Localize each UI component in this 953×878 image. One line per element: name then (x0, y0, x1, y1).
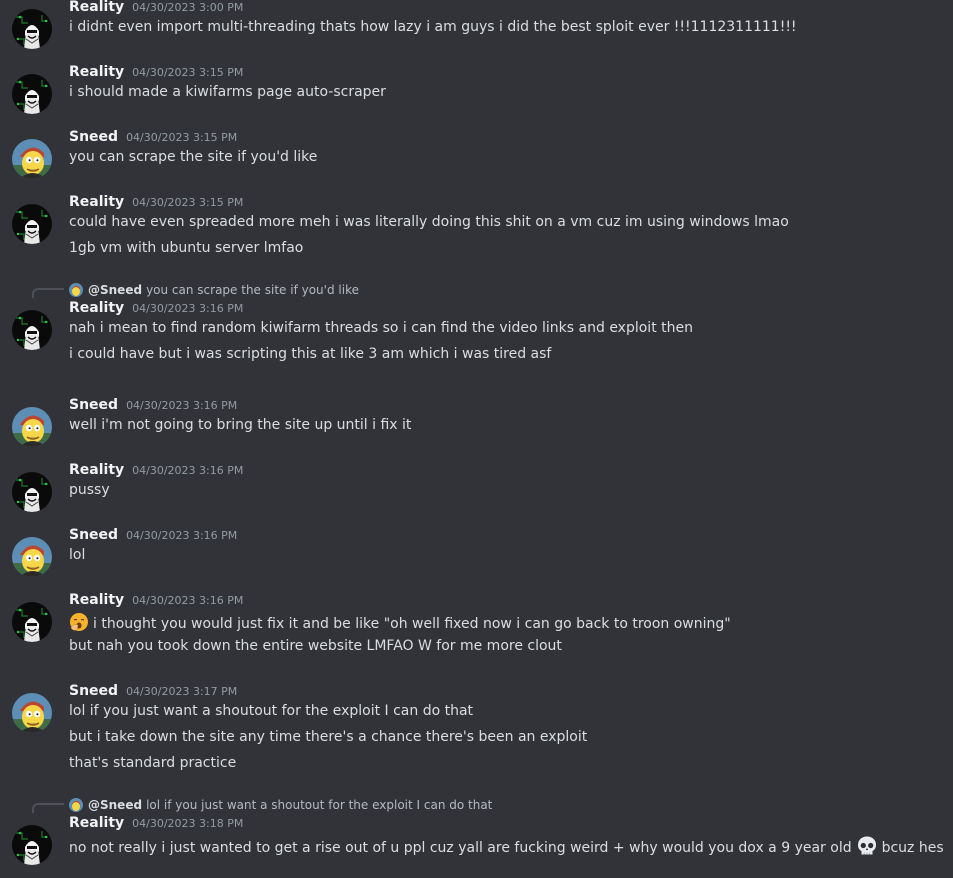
message-timestamp[interactable]: 04/30/2023 3:16 PM (126, 529, 237, 542)
author-name[interactable]: Sneed (69, 683, 118, 699)
message-text: could have even spreaded more meh i was … (69, 214, 789, 230)
reply-spine (32, 288, 64, 298)
message-line: lol if you just want a shoutout for the … (69, 703, 474, 719)
message-header: Reality 04/30/2023 3:16 PM (69, 300, 243, 316)
message-timestamp[interactable]: 04/30/2023 3:15 PM (126, 131, 237, 144)
message-timestamp[interactable]: 04/30/2023 3:18 PM (132, 817, 243, 830)
reply-text: lol if you just want a shoutout for the … (146, 798, 493, 812)
chat-message: @Sneed lol if you just want a shoutout fo… (0, 798, 953, 878)
author-name[interactable]: Reality (69, 194, 124, 210)
message-header: Reality 04/30/2023 3:16 PM (69, 462, 243, 478)
user-avatar[interactable] (12, 472, 52, 512)
message-line: could have even spreaded more meh i was … (69, 214, 789, 230)
message-text: lol (69, 547, 85, 563)
message-line: well i'm not going to bring the site up … (69, 417, 412, 433)
message-header: Sneed 04/30/2023 3:15 PM (69, 129, 237, 145)
message-line: nah i mean to find random kiwifarm threa… (69, 320, 693, 336)
user-avatar[interactable] (12, 602, 52, 642)
message-text: but nah you took down the entire website… (69, 638, 562, 654)
chat-message: Reality 04/30/2023 3:15 PM could have even… (0, 194, 953, 275)
message-timestamp[interactable]: 04/30/2023 3:17 PM (126, 685, 237, 698)
message-timestamp[interactable]: 04/30/2023 3:00 PM (132, 1, 243, 14)
author-name[interactable]: Reality (69, 0, 124, 15)
message-text: i thought you would just fix it and be l… (69, 612, 731, 636)
user-avatar[interactable] (12, 407, 52, 447)
message-text: pussy (69, 482, 110, 498)
chat-message-list: Reality 04/30/2023 3:00 PM i didnt even im… (0, 0, 953, 865)
message-line: i should made a kiwifarms page auto-scra… (69, 84, 386, 100)
message-line: but i take down the site any time there'… (69, 729, 588, 745)
message-header: Sneed 04/30/2023 3:17 PM (69, 683, 237, 699)
message-line: i didnt even import multi-threading that… (69, 19, 797, 35)
message-text: lol if you just want a shoutout for the … (69, 703, 473, 719)
chat-message: Reality 04/30/2023 3:16 PM i thought you … (0, 592, 953, 673)
reply-author[interactable]: @Sneed (88, 798, 142, 812)
message-timestamp[interactable]: 04/30/2023 3:16 PM (132, 464, 243, 477)
reply-avatar (69, 283, 83, 297)
user-avatar[interactable] (12, 537, 52, 577)
message-header: Reality 04/30/2023 3:18 PM (69, 815, 243, 831)
message-text: well i'm not going to bring the site up … (69, 417, 411, 433)
message-line: you can scrape the site if you'd like (69, 149, 318, 165)
user-avatar[interactable] (12, 310, 52, 350)
message-line: pussy (69, 482, 110, 498)
user-avatar[interactable] (12, 204, 52, 244)
message-text: i didnt even import multi-threading that… (69, 19, 797, 35)
message-text: but i take down the site any time there'… (69, 729, 587, 745)
reply-preview[interactable]: @Sneed you can scrape the site if you'd l… (69, 283, 359, 297)
user-avatar[interactable] (12, 825, 52, 865)
message-line: lol (69, 547, 86, 563)
message-header: Reality 04/30/2023 3:15 PM (69, 194, 243, 210)
message-text: i should made a kiwifarms page auto-scra… (69, 84, 386, 100)
message-text: you can scrape the site if you'd like (69, 149, 317, 165)
message-header: Reality 04/30/2023 3:15 PM (69, 64, 243, 80)
author-name[interactable]: Sneed (69, 397, 118, 413)
message-timestamp[interactable]: 04/30/2023 3:16 PM (132, 594, 243, 607)
chat-message: Sneed 04/30/2023 3:17 PM lol if you just w… (0, 683, 953, 771)
message-line: but nah you took down the entire website… (69, 638, 562, 654)
message-line: no not really i just wanted to get a ris… (69, 840, 852, 856)
author-name[interactable]: Reality (69, 462, 124, 478)
reply-text: you can scrape the site if you'd like (146, 283, 359, 297)
message-text: no not really i just wanted to get a ris… (69, 835, 944, 861)
user-avatar[interactable] (12, 74, 52, 114)
message-text: nah i mean to find random kiwifarm threa… (69, 320, 693, 336)
author-name[interactable]: Sneed (69, 527, 118, 543)
author-name[interactable]: Reality (69, 592, 124, 608)
message-header: Sneed 04/30/2023 3:16 PM (69, 397, 237, 413)
message-line: i could have but i was scripting this at… (69, 346, 552, 362)
message-header: Sneed 04/30/2023 3:16 PM (69, 527, 237, 543)
message-text: that's standard practice (69, 755, 236, 771)
author-name[interactable]: Reality (69, 815, 124, 831)
message-header: Reality 04/30/2023 3:16 PM (69, 592, 243, 608)
user-avatar[interactable] (12, 9, 52, 49)
user-avatar[interactable] (12, 693, 52, 733)
message-line-tail: bcuz hes (881, 840, 944, 856)
message-text: i could have but i was scripting this at… (69, 346, 551, 362)
author-name[interactable]: Sneed (69, 129, 118, 145)
message-line: that's standard practice (69, 755, 237, 771)
message-header: Reality 04/30/2023 3:00 PM (69, 0, 243, 15)
reply-author[interactable]: @Sneed (88, 283, 142, 297)
message-timestamp[interactable]: 04/30/2023 3:15 PM (132, 66, 243, 79)
message-text: 1gb vm with ubuntu server lmfao (69, 240, 303, 256)
message-timestamp[interactable]: 04/30/2023 3:15 PM (132, 196, 243, 209)
user-avatar[interactable] (12, 139, 52, 179)
reply-avatar (69, 798, 83, 812)
reply-spine (32, 803, 64, 813)
message-line: 1gb vm with ubuntu server lmfao (69, 240, 304, 256)
author-name[interactable]: Reality (69, 300, 124, 316)
author-name[interactable]: Reality (69, 64, 124, 80)
skull-emoji-icon (856, 835, 878, 861)
reply-preview[interactable]: @Sneed lol if you just want a shoutout fo… (69, 798, 492, 812)
message-timestamp[interactable]: 04/30/2023 3:16 PM (132, 302, 243, 315)
yawning-face-emoji-icon (69, 612, 89, 636)
message-timestamp[interactable]: 04/30/2023 3:16 PM (126, 399, 237, 412)
chat-message: @Sneed you can scrape the site if you'd l… (0, 283, 953, 363)
message-line: i thought you would just fix it and be l… (93, 616, 731, 632)
